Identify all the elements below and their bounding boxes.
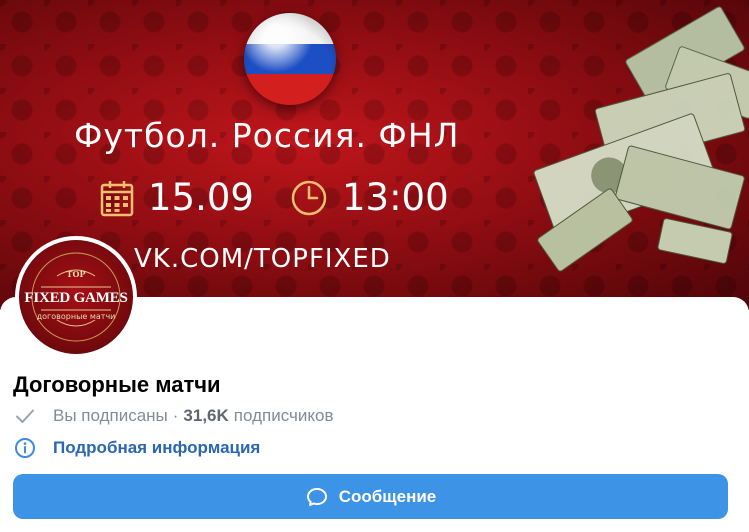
match-date: 15.09	[100, 176, 254, 219]
check-icon	[16, 409, 34, 423]
group-name: Договорные матчи	[13, 372, 221, 397]
cover-title: Футбол. Россия. ФНЛ	[74, 116, 460, 155]
time-value: 13:00	[342, 176, 449, 219]
more-info-row[interactable]: Подробная информация	[13, 436, 260, 460]
subscribers-count[interactable]: 31,6K	[183, 406, 228, 426]
info-icon	[15, 438, 35, 458]
avatar-sub-label: договорные матчи	[36, 312, 116, 321]
calendar-icon	[100, 179, 134, 217]
date-value: 15.09	[148, 176, 254, 219]
avatar-main-label: FIXED GAMES	[24, 290, 128, 306]
money-bills-image	[533, 6, 749, 272]
russia-flag-icon	[244, 13, 336, 105]
subscribers-label: подписчиков	[233, 406, 334, 425]
avatar-top-label: TOP	[66, 269, 86, 279]
message-button[interactable]: Сообщение	[13, 474, 728, 519]
cover-url: VK.COM/TOPFIXED	[134, 244, 391, 274]
match-time: 13:00	[290, 176, 449, 219]
subscription-info[interactable]: Вы подписаны · 31,6K подписчиков	[13, 404, 333, 428]
message-button-label: Сообщение	[338, 486, 437, 506]
clock-icon	[290, 179, 328, 217]
separator: ·	[172, 406, 179, 425]
message-icon	[306, 487, 327, 506]
more-info-link[interactable]: Подробная информация	[53, 438, 260, 458]
subscription-status: Вы подписаны	[53, 406, 168, 425]
avatar[interactable]: TOP FIXED GAMES договорные матчи	[15, 236, 137, 358]
